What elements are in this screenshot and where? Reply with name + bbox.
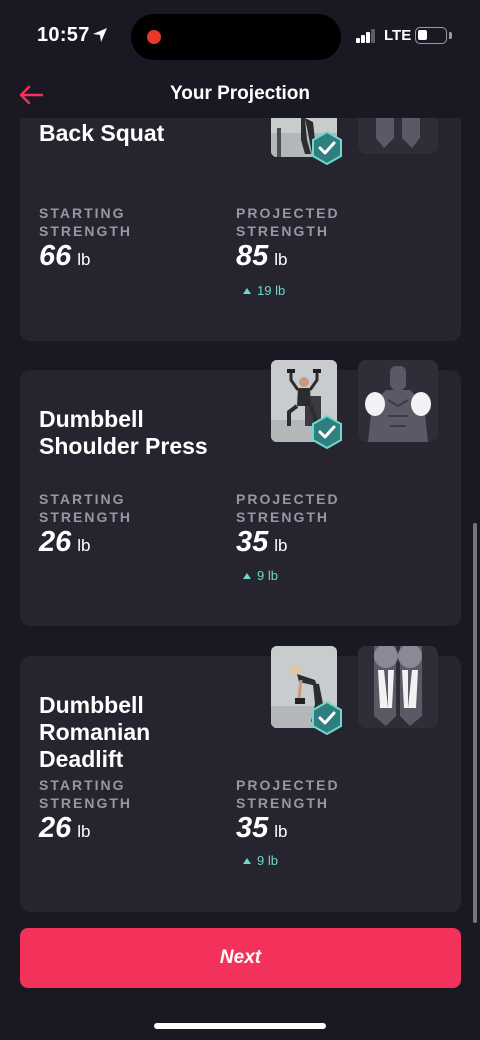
projected-strength-value: 35 lb	[236, 812, 288, 848]
projected-strength-label: PROJECTED STRENGTH	[236, 777, 340, 811]
check-badge-icon	[312, 701, 342, 735]
increase-arrow-icon	[243, 857, 251, 864]
exercise-card: Dumbbell Romanian Deadlift STARTING STRE…	[20, 646, 461, 912]
check-badge-icon	[312, 415, 342, 449]
starting-value-number: 66	[39, 240, 72, 272]
battery-icon	[415, 27, 447, 44]
increase-value: 9 lb	[257, 568, 278, 583]
unit-label: lb	[274, 822, 288, 841]
strength-increase: 9 lb	[243, 568, 278, 583]
exercise-name: Dumbbell Romanian Deadlift	[39, 692, 151, 772]
projected-strength-value: 35 lb	[236, 526, 288, 562]
starting-strength-label: STARTING STRENGTH	[39, 205, 132, 239]
dynamic-island	[131, 14, 341, 60]
scrollbar[interactable]	[473, 523, 477, 923]
unit-label: lb	[274, 536, 288, 555]
starting-strength-label: STARTING STRENGTH	[39, 777, 132, 811]
increase-value: 19 lb	[257, 283, 286, 298]
increase-arrow-icon	[243, 572, 251, 579]
exercise-card: Back Squat STARTING STRENGTH 66 lb PROJEC…	[20, 118, 461, 341]
muscle-diagram	[358, 360, 438, 442]
starting-value-number: 26	[39, 526, 72, 558]
unit-label: lb	[77, 536, 91, 555]
top-navigation-bar: Your Projection	[0, 72, 480, 118]
starting-strength-value: 66 lb	[39, 240, 91, 276]
starting-value-number: 26	[39, 812, 72, 844]
projected-value-number: 85	[236, 240, 269, 272]
starting-strength-label: STARTING STRENGTH	[39, 491, 132, 525]
check-badge-icon	[312, 131, 342, 165]
home-indicator[interactable]	[154, 1023, 326, 1029]
increase-arrow-icon	[243, 287, 251, 294]
projected-strength-label: PROJECTED STRENGTH	[236, 205, 340, 239]
status-time: 10:57	[37, 24, 90, 46]
unit-label: lb	[77, 822, 91, 841]
muscle-diagram	[358, 118, 438, 154]
unit-label: lb	[77, 250, 91, 269]
network-type: LTE	[384, 27, 412, 44]
projection-screen: 10:57 LTE Back Squat STARTING STRENGTH 6…	[0, 0, 480, 1040]
exercise-name: Dumbbell Shoulder Press	[39, 406, 208, 459]
next-button[interactable]: Next	[20, 928, 461, 988]
exercise-name: Back Squat	[39, 120, 165, 146]
strength-increase: 19 lb	[243, 283, 285, 298]
projected-value-number: 35	[236, 812, 269, 844]
unit-label: lb	[274, 250, 288, 269]
projected-value-number: 35	[236, 526, 269, 558]
location-arrow-icon	[93, 28, 107, 42]
cellular-signal-icon	[356, 29, 376, 43]
starting-strength-value: 26 lb	[39, 526, 91, 562]
starting-strength-value: 26 lb	[39, 812, 91, 848]
battery-cap	[449, 32, 452, 39]
projected-strength-label: PROJECTED STRENGTH	[236, 491, 340, 525]
projected-strength-value: 85 lb	[236, 240, 288, 276]
muscle-diagram	[358, 646, 438, 728]
status-bar: 10:57 LTE	[0, 0, 480, 72]
recording-indicator-icon	[147, 30, 161, 44]
page-title: Your Projection	[169, 83, 311, 104]
strength-increase: 9 lb	[243, 853, 278, 868]
increase-value: 9 lb	[257, 853, 278, 868]
exercise-list[interactable]: Back Squat STARTING STRENGTH 66 lb PROJEC…	[0, 118, 480, 928]
exercise-card: Dumbbell Shoulder Press STARTING STRENGT…	[20, 360, 461, 626]
